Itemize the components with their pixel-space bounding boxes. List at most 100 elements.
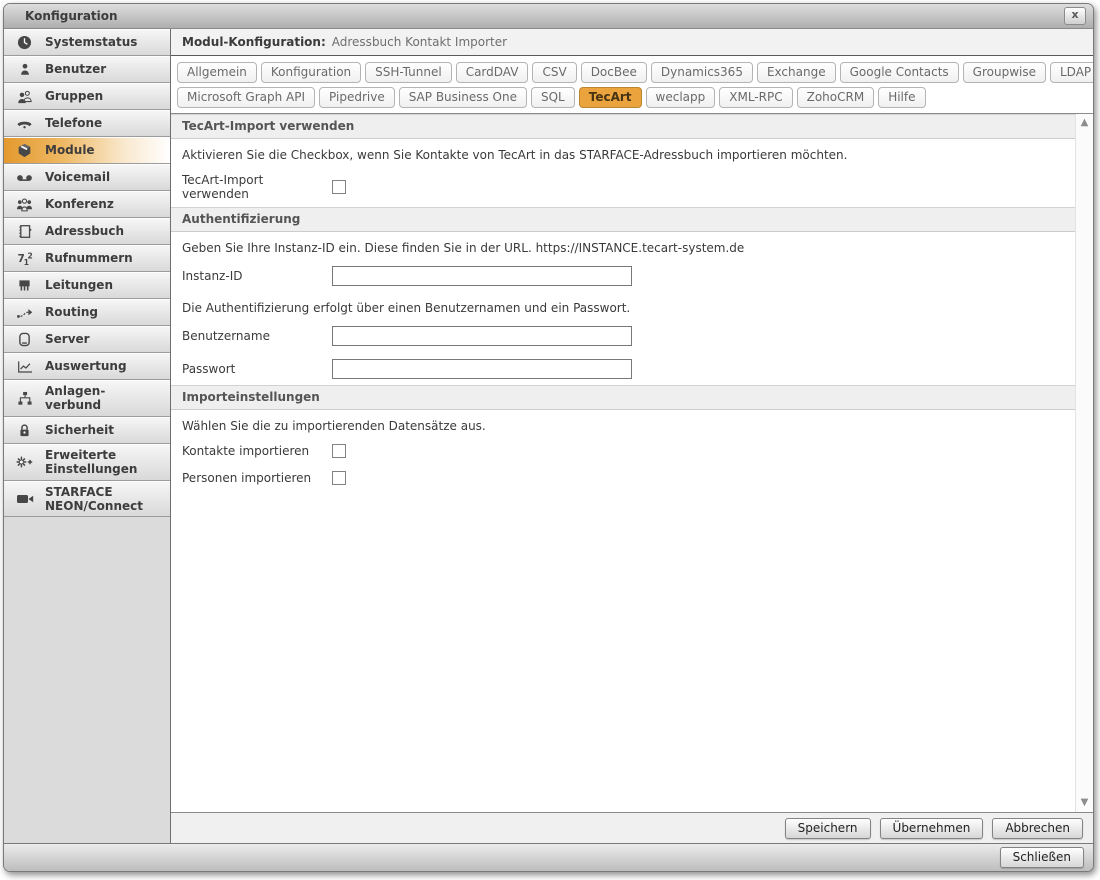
sitemap-icon — [4, 391, 45, 406]
sidebar-item-auswertung[interactable]: Auswertung — [4, 353, 170, 380]
sidebar-item-routing[interactable]: Routing — [4, 299, 170, 326]
sidebar-item-label: Adressbuch — [45, 221, 126, 241]
module-cube-icon — [4, 143, 45, 158]
scroll-up-icon[interactable]: ▲ — [1081, 118, 1089, 128]
tab-zohocrm[interactable]: ZohoCRM — [797, 87, 875, 108]
sidebar-item-label: STARFACE NEON/Connect — [45, 482, 145, 517]
input-instanz-id[interactable] — [332, 266, 632, 286]
tab-microsoft-graph-api[interactable]: Microsoft Graph API — [177, 87, 315, 108]
form-row-passwort: Passwort — [171, 352, 1075, 385]
sidebar-item-label: Erweiterte Einstellungen — [45, 445, 139, 480]
section-header-importeinstellungen: Importeinstellungen — [171, 385, 1075, 410]
input-passwort[interactable] — [332, 359, 632, 379]
scroll-down-icon[interactable]: ▼ — [1081, 798, 1089, 808]
field-label: Benutzername — [182, 329, 332, 343]
sidebar-item-server[interactable]: Server — [4, 326, 170, 353]
sidebar-item-rufnummern[interactable]: 712Rufnummern — [4, 245, 170, 272]
tab-allgemein[interactable]: Allgemein — [177, 62, 257, 83]
sidebar-item-anlagen-verbund[interactable]: Anlagen- verbund — [4, 380, 170, 417]
sidebar-item-gruppen[interactable]: Gruppen — [4, 83, 170, 110]
chart-icon — [4, 360, 45, 374]
tab-google-contacts[interactable]: Google Contacts — [840, 62, 959, 83]
plug-icon — [4, 279, 45, 292]
window-close-icon[interactable]: x — [1064, 7, 1086, 25]
tab-weclapp[interactable]: weclapp — [646, 87, 716, 108]
tab-xml-rpc[interactable]: XML-RPC — [719, 87, 792, 108]
form-area: TecArt-Import verwendenAktivieren Sie di… — [171, 114, 1075, 812]
checkbox-kontakte-importieren[interactable] — [332, 444, 346, 458]
cancel-button[interactable]: Abbrechen — [992, 818, 1083, 839]
tab-exchange[interactable]: Exchange — [757, 62, 836, 83]
tab-groupwise[interactable]: Groupwise — [963, 62, 1046, 83]
clock-icon — [4, 35, 45, 50]
sidebar-item-label: Rufnummern — [45, 248, 135, 268]
tab-sql[interactable]: SQL — [531, 87, 575, 108]
tab-dynamics365[interactable]: Dynamics365 — [651, 62, 753, 83]
tab-csv[interactable]: CSV — [532, 62, 576, 83]
input-benutzername[interactable] — [332, 326, 632, 346]
tab-hilfe[interactable]: Hilfe — [878, 87, 925, 108]
sidebar-item-sicherheit[interactable]: Sicherheit — [4, 417, 170, 444]
sidebar-item-voicemail[interactable]: Voicemail — [4, 164, 170, 191]
checkbox-label: Kontakte importieren — [182, 444, 332, 458]
close-button[interactable]: Schließen — [1000, 847, 1084, 868]
conference-icon — [4, 197, 45, 212]
sidebar: Systemstatus Benutzer Gruppen Telefone Modul… — [4, 29, 171, 843]
sidebar-item-systemstatus[interactable]: Systemstatus — [4, 29, 170, 56]
panel-footer: Speichern Übernehmen Abbrechen — [171, 812, 1093, 843]
description-text: Die Authentifizierung erfolgt über einen… — [171, 292, 1075, 319]
sidebar-item-adressbuch[interactable]: Adressbuch — [4, 218, 170, 245]
sidebar-item-label: Benutzer — [45, 59, 108, 79]
tab-pipedrive[interactable]: Pipedrive — [319, 87, 395, 108]
save-button[interactable]: Speichern — [785, 818, 871, 839]
tab-bar: AllgemeinKonfigurationSSH-TunnelCardDAVC… — [171, 56, 1093, 114]
sidebar-empty-area — [4, 517, 170, 843]
description-text: Wählen Sie die zu importierenden Datensä… — [171, 410, 1075, 437]
users-icon — [4, 89, 45, 104]
tab-konfiguration[interactable]: Konfiguration — [261, 62, 361, 83]
sidebar-item-starface-neon-connect[interactable]: STARFACE NEON/Connect — [4, 481, 170, 518]
checkbox-label: Personen importieren — [182, 471, 332, 485]
scroll-wrap: TecArt-Import verwendenAktivieren Sie di… — [171, 114, 1093, 812]
main-area: Systemstatus Benutzer Gruppen Telefone Modul… — [4, 29, 1093, 843]
tab-ldap[interactable]: LDAP — [1050, 62, 1094, 83]
checkbox-personen-importieren[interactable] — [332, 471, 346, 485]
sidebar-item-leitungen[interactable]: Leitungen — [4, 272, 170, 299]
form-row-kontakte-importieren: Kontakte importieren — [171, 437, 1075, 464]
sidebar-item-label: Leitungen — [45, 275, 115, 295]
sidebar-item-telefone[interactable]: Telefone — [4, 110, 170, 137]
sidebar-item-label: Sicherheit — [45, 420, 116, 440]
tab-sap-business-one[interactable]: SAP Business One — [399, 87, 527, 108]
window-titlebar[interactable]: Konfiguration x — [4, 4, 1093, 29]
sidebar-item-benutzer[interactable]: Benutzer — [4, 56, 170, 83]
tab-row-1: AllgemeinKonfigurationSSH-TunnelCardDAVC… — [177, 62, 1087, 83]
konfiguration-window: Konfiguration x Systemstatus Benutzer Grup… — [3, 3, 1094, 872]
sidebar-item-erweiterte-einstellungen[interactable]: Erweiterte Einstellungen — [4, 444, 170, 481]
tab-tecart[interactable]: TecArt — [579, 87, 642, 108]
form-row-personen-importieren: Personen importieren — [171, 464, 1075, 491]
window-footer: Schließen — [4, 843, 1093, 871]
sidebar-item-konferenz[interactable]: Konferenz — [4, 191, 170, 218]
apply-button[interactable]: Übernehmen — [880, 818, 984, 839]
video-camera-icon — [4, 493, 45, 505]
form-row-instanz-id: Instanz-ID — [171, 259, 1075, 292]
vertical-scrollbar[interactable]: ▲ ▼ — [1075, 114, 1093, 812]
sidebar-item-label: Telefone — [45, 113, 104, 133]
numbers-icon: 712 — [4, 251, 45, 266]
tab-ssh-tunnel[interactable]: SSH-Tunnel — [365, 62, 452, 83]
section-header-tecart-import-verwenden: TecArt-Import verwenden — [171, 114, 1075, 139]
sidebar-item-label: Gruppen — [45, 86, 105, 106]
field-label: Instanz-ID — [182, 269, 332, 283]
tab-docbee[interactable]: DocBee — [581, 62, 647, 83]
checkbox-tecart-import-verwenden[interactable] — [332, 180, 346, 194]
module-config-header-value: Adressbuch Kontakt Importer — [332, 35, 507, 49]
sidebar-item-module[interactable]: Module — [4, 137, 170, 164]
checkbox-label: TecArt-Import verwenden — [182, 173, 332, 201]
content-panel: Modul-Konfiguration: Adressbuch Kontakt … — [171, 29, 1093, 843]
routing-icon — [4, 307, 45, 319]
tab-carddav[interactable]: CardDAV — [456, 62, 529, 83]
sidebar-item-label: Module — [45, 140, 97, 160]
voicemail-icon — [4, 172, 45, 184]
addressbook-icon — [4, 224, 45, 239]
module-config-header-label: Modul-Konfiguration: — [182, 35, 326, 49]
